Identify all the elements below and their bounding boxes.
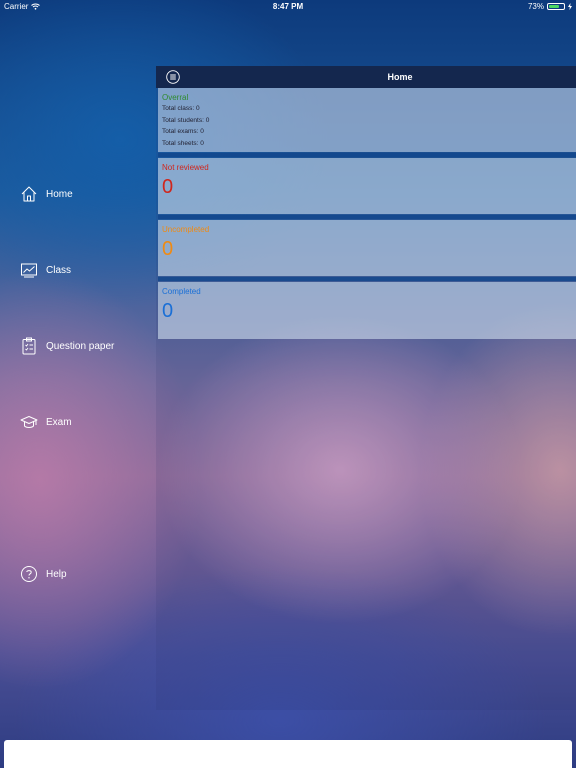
battery-fill: [549, 5, 560, 8]
uncompleted-card[interactable]: Uncompleted 0: [158, 220, 576, 276]
card-title: Uncompleted: [162, 225, 210, 234]
sidebar-item-label: Class: [46, 264, 72, 276]
card-title: Completed: [162, 287, 201, 296]
stat-total-students: Total students: 0: [162, 117, 210, 124]
page-title: Home: [387, 72, 413, 82]
card-title: Not reviewed: [162, 163, 209, 172]
help-icon: [20, 565, 38, 583]
completed-card[interactable]: Completed 0: [158, 282, 576, 339]
chart-icon: [20, 261, 38, 279]
battery-percent: 73%: [527, 2, 544, 11]
side-menu: Home Class Question paper Exam Help: [0, 0, 156, 768]
stat-total-sheets: Total sheets: 0: [162, 140, 204, 147]
sidebar-item-class[interactable]: Class: [20, 260, 71, 280]
card-count: 0: [162, 300, 174, 322]
sidebar-item-label: Home: [46, 188, 73, 200]
card-count: 0: [162, 176, 174, 198]
not-reviewed-card[interactable]: Not reviewed 0: [158, 158, 576, 214]
divider: [158, 215, 576, 219]
sidebar-item-exam[interactable]: Exam: [20, 412, 72, 432]
battery-icon: [547, 3, 565, 10]
sidebar-item-label: Help: [46, 568, 67, 580]
overall-title: Overral: [162, 93, 189, 102]
charging-icon: [568, 3, 572, 10]
stat-total-class: Total class: 0: [162, 105, 200, 112]
divider: [158, 153, 576, 157]
navigation-bar: Home: [156, 66, 576, 88]
sidebar-item-help[interactable]: Help: [20, 564, 67, 584]
card-count: 0: [162, 238, 174, 260]
divider: [158, 277, 576, 281]
sidebar-item-label: Exam: [46, 416, 72, 428]
stat-total-exams: Total exams: 0: [162, 128, 204, 135]
battery-status: 73%: [528, 2, 572, 11]
clipboard-icon: [20, 337, 38, 355]
bottom-bar: [4, 740, 572, 768]
sidebar-item-question-paper[interactable]: Question paper: [20, 336, 114, 356]
sidebar-item-label: Question paper: [46, 340, 115, 352]
home-icon: [20, 185, 38, 203]
overall-card: Overral Total class: 0 Total students: 0…: [158, 88, 576, 152]
sidebar-item-home[interactable]: Home: [20, 184, 73, 204]
graduation-cap-icon: [20, 413, 38, 431]
main-panel: Home Overral Total class: 0 Total studen…: [156, 66, 576, 710]
